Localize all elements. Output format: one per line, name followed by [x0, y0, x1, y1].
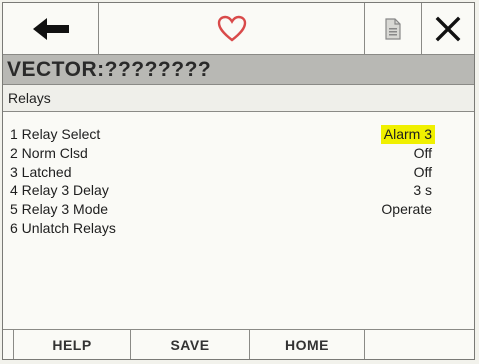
footer-bar: HELP SAVE HOME	[3, 329, 474, 359]
menu-item-value: Operate	[381, 201, 432, 218]
menu-item-label: 1 Relay Select	[10, 126, 101, 142]
save-button[interactable]: SAVE	[131, 330, 250, 359]
menu-item-value: Alarm 3	[380, 125, 435, 144]
help-button[interactable]: HELP	[13, 330, 131, 359]
favorite-button[interactable]	[99, 3, 364, 54]
heart-icon	[217, 15, 247, 43]
menu-item-latched[interactable]: 3 Latched Off	[3, 163, 474, 182]
menu-item-value: 3 s	[413, 182, 432, 199]
close-button[interactable]	[422, 3, 474, 54]
section-title: Relays	[3, 85, 474, 112]
device-screen: VECTOR:???????? Relays 1 Relay Select Al…	[2, 2, 475, 360]
document-button[interactable]	[364, 3, 422, 54]
toolbar	[3, 3, 474, 55]
device-title: VECTOR:????????	[3, 55, 474, 85]
menu-item-relay-mode[interactable]: 5 Relay 3 Mode Operate	[3, 200, 474, 219]
relay-menu-list: 1 Relay Select Alarm 3 2 Norm Clsd Off 3…	[3, 125, 474, 238]
menu-item-value: Off	[413, 163, 432, 180]
menu-item-label: 6 Unlatch Relays	[10, 219, 116, 236]
menu-item-relay-select[interactable]: 1 Relay Select Alarm 3	[3, 125, 474, 144]
menu-item-relay-delay[interactable]: 4 Relay 3 Delay 3 s	[3, 181, 474, 200]
back-button[interactable]	[3, 3, 99, 54]
home-button[interactable]: HOME	[250, 330, 365, 359]
menu-item-label: 2 Norm Clsd	[10, 144, 88, 161]
back-arrow-icon	[31, 16, 71, 42]
document-icon	[383, 17, 403, 41]
menu-item-norm-clsd[interactable]: 2 Norm Clsd Off	[3, 144, 474, 163]
menu-item-label: 3 Latched	[10, 163, 72, 180]
menu-item-unlatch-relays[interactable]: 6 Unlatch Relays	[3, 219, 474, 238]
menu-item-label: 4 Relay 3 Delay	[10, 182, 109, 199]
menu-item-label: 5 Relay 3 Mode	[10, 201, 109, 218]
close-icon	[435, 16, 461, 42]
menu-item-value: Off	[413, 144, 432, 161]
